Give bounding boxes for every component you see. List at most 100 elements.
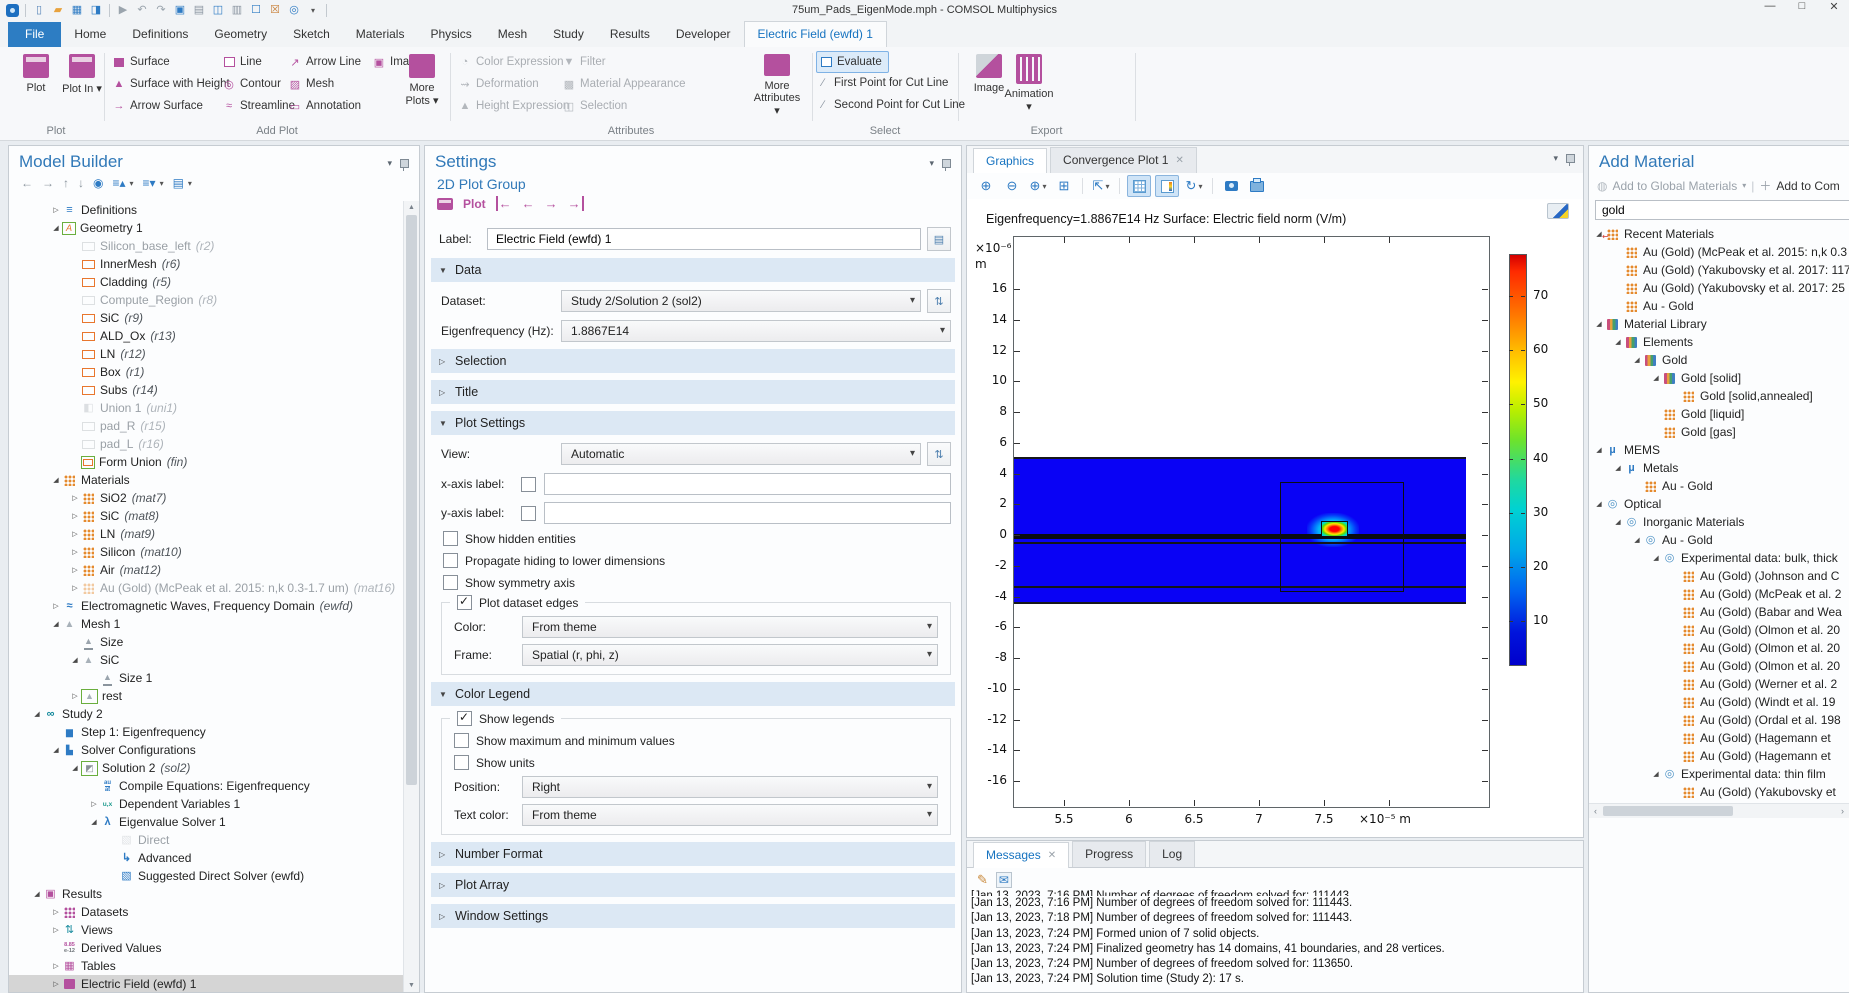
- model-tree-item[interactable]: ▷ Datasets: [9, 903, 403, 921]
- model-tree-item[interactable]: Size 1: [9, 669, 403, 687]
- expander-icon[interactable]: ◢: [1593, 446, 1605, 454]
- expander-icon[interactable]: ◢: [1650, 554, 1662, 562]
- material-tree-item[interactable]: ◢ Experimental data: thin film: [1589, 765, 1849, 783]
- undo-icon[interactable]: ↶: [134, 3, 150, 18]
- expander-icon[interactable]: ▷: [50, 602, 62, 610]
- add-to-component-button[interactable]: Add to Com: [1776, 179, 1839, 193]
- pin-icon[interactable]: [1566, 154, 1575, 166]
- plot-last-button[interactable]: →: [568, 196, 584, 211]
- show-icon[interactable]: ◉: [93, 176, 103, 190]
- tab-file[interactable]: File: [8, 22, 62, 47]
- expander-icon[interactable]: ▷: [50, 980, 62, 988]
- expander-icon[interactable]: ◢: [69, 656, 81, 664]
- section-number-format[interactable]: ▷ Number Format: [431, 842, 955, 866]
- material-tree-item[interactable]: ◢ Elements: [1589, 333, 1849, 351]
- surface-with-height-button[interactable]: ▲ Surface with Height: [112, 74, 230, 94]
- paste-icon[interactable]: ▤: [191, 3, 207, 18]
- tab-graphics[interactable]: Graphics: [973, 148, 1048, 174]
- model-tree-item[interactable]: ▷ LN (mat9): [9, 525, 403, 543]
- checkbox[interactable]: [443, 575, 458, 590]
- dataset-dropdown[interactable]: Study 2/Solution 2 (sol2): [561, 290, 921, 312]
- checkbox[interactable]: [443, 553, 458, 568]
- snapshot-icon[interactable]: [1220, 176, 1242, 196]
- model-tree-item[interactable]: pad_R (r15): [9, 417, 403, 435]
- model-builder-scrollbar[interactable]: ▲ ▼: [403, 201, 419, 992]
- text-color-dropdown[interactable]: From theme: [522, 804, 938, 826]
- model-tree-item[interactable]: Subs (r14): [9, 381, 403, 399]
- material-tree-item[interactable]: ◢ Gold: [1589, 351, 1849, 369]
- model-tree-item[interactable]: Suggested Direct Solver (ewfd): [9, 867, 403, 885]
- expander-icon[interactable]: ◢: [50, 224, 62, 232]
- plot-first-button[interactable]: ←: [495, 196, 512, 211]
- model-tree-item[interactable]: Size: [9, 633, 403, 651]
- expander-icon[interactable]: ▷: [50, 926, 62, 934]
- section-plot-settings[interactable]: ▼ Plot Settings: [431, 411, 955, 435]
- panel-menu-icon[interactable]: ▾: [387, 158, 392, 169]
- model-tree-item[interactable]: ◢ Study 2: [9, 705, 403, 723]
- expander-icon[interactable]: ◢: [50, 476, 62, 484]
- tab-messages[interactable]: Messages ✕: [973, 842, 1070, 868]
- tab-definitions[interactable]: Definitions: [119, 22, 201, 47]
- material-tree-item[interactable]: Au (Gold) (Olmon et al. 20: [1589, 657, 1849, 675]
- back-icon[interactable]: ←: [21, 176, 33, 190]
- expander-icon[interactable]: ◢: [1650, 374, 1662, 382]
- forward-icon[interactable]: →: [42, 176, 54, 190]
- find-icon[interactable]: ◎: [286, 3, 302, 18]
- sync-icon[interactable]: ⇅: [927, 442, 951, 466]
- model-tree-item[interactable]: ▷ Electric Field (ewfd) 1: [9, 975, 403, 992]
- pin-icon[interactable]: [400, 159, 409, 171]
- model-tree-item[interactable]: Union 1 (uni1): [9, 399, 403, 417]
- tab-mesh[interactable]: Mesh: [485, 22, 540, 47]
- material-tree-item[interactable]: Au (Gold) (Yakubovsky et: [1589, 783, 1849, 801]
- model-tree-item[interactable]: ◢ Results: [9, 885, 403, 903]
- checkbox[interactable]: [457, 594, 472, 610]
- axis-label-input[interactable]: [544, 502, 951, 524]
- model-tree-item[interactable]: ▷ Dependent Variables 1: [9, 795, 403, 813]
- first-point-for-cut-line-button[interactable]: ∕ First Point for Cut Line: [816, 73, 948, 93]
- expander-icon[interactable]: ▷: [88, 800, 100, 808]
- model-tree-item[interactable]: Step 1: Eigenfrequency: [9, 723, 403, 741]
- scroll-down-icon[interactable]: ▼: [404, 979, 419, 992]
- model-tree-item[interactable]: Compile Equations: Eigenfrequency: [9, 777, 403, 795]
- maximize-button[interactable]: □: [1793, 0, 1811, 13]
- model-tree-item[interactable]: ▷ Au (Gold) (McPeak et al. 2015: n,k 0.3-…: [9, 579, 403, 597]
- save-icon[interactable]: ▦: [69, 3, 85, 18]
- plot-window-icon[interactable]: [1547, 203, 1569, 219]
- tab-log[interactable]: Log: [1149, 841, 1196, 867]
- tab-electric-field-ewfd-1[interactable]: Electric Field (ewfd) 1: [743, 21, 887, 47]
- model-tree-item[interactable]: Form Union (fin): [9, 453, 403, 471]
- expander-icon[interactable]: ◢: [31, 710, 43, 718]
- axis-orientation-icon[interactable]: ⇱ ▾: [1090, 176, 1112, 196]
- minimize-button[interactable]: —: [1761, 0, 1779, 13]
- streamline-button[interactable]: ≈ Streamline: [222, 96, 295, 116]
- second-point-for-cut-line-button[interactable]: ∕ Second Point for Cut Line: [816, 95, 965, 115]
- material-tree-item[interactable]: ◢ Inorganic Materials: [1589, 513, 1849, 531]
- scrollbar-thumb[interactable]: [406, 215, 417, 785]
- run-icon[interactable]: ▶: [115, 3, 131, 18]
- plot-button[interactable]: Plot: [14, 51, 58, 117]
- material-tree-item[interactable]: Au (Gold) (Hagemann et: [1589, 747, 1849, 765]
- more-attributes-button[interactable]: More Attributes ▾: [754, 51, 800, 117]
- tab-convergence-plot-1[interactable]: Convergence Plot 1 ✕: [1050, 147, 1197, 173]
- material-tree-item[interactable]: ◢ Metals: [1589, 459, 1849, 477]
- material-tree-item[interactable]: ◢ Au - Gold: [1589, 531, 1849, 549]
- model-tree-item[interactable]: Box (r1): [9, 363, 403, 381]
- material-tree-item[interactable]: ◢ Optical: [1589, 495, 1849, 513]
- zoom-out-icon[interactable]: ⊖: [1001, 176, 1023, 196]
- material-tree-item[interactable]: Au (Gold) (Babar and Wea: [1589, 603, 1849, 621]
- collapse-sort-icon[interactable]: ≡▾: [143, 176, 156, 190]
- frame-dropdown[interactable]: Spatial (r, phi, z): [522, 644, 938, 666]
- model-tree-item[interactable]: Direct: [9, 831, 403, 849]
- material-tree-item[interactable]: ◢Recent Materials: [1589, 225, 1849, 243]
- delete-icon[interactable]: ▥: [229, 3, 245, 18]
- deselect-icon[interactable]: ☒: [267, 3, 283, 18]
- section-plot-array[interactable]: ▷ Plot Array: [431, 873, 955, 897]
- model-tree-item[interactable]: ◢ Eigenvalue Solver 1: [9, 813, 403, 831]
- add-to-global-materials-button[interactable]: Add to Global Materials: [1612, 179, 1737, 193]
- columns-icon[interactable]: ▤: [173, 176, 184, 190]
- rotate-icon[interactable]: ↻ ▾: [1183, 176, 1205, 196]
- scroll-up-icon[interactable]: ▲: [404, 201, 419, 214]
- settings-plot-button[interactable]: Plot: [463, 197, 486, 211]
- model-tree-item[interactable]: ◢ SiC: [9, 651, 403, 669]
- position-dropdown[interactable]: Right: [522, 776, 938, 798]
